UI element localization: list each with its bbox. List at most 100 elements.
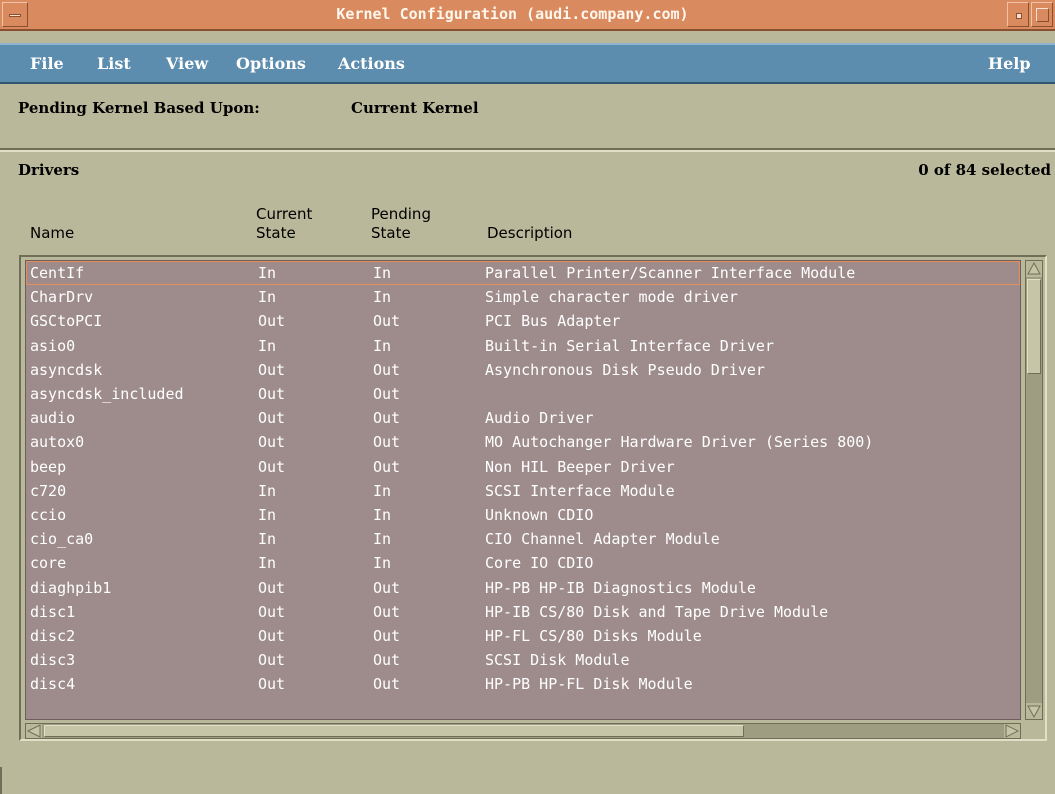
description-cell: Audio Driver: [485, 409, 594, 428]
driver-name-cell: autox0: [30, 433, 85, 452]
arrow-left-icon[interactable]: [26, 724, 42, 738]
pending-state-cell: In: [373, 264, 392, 282]
menu-actions[interactable]: Actions: [338, 53, 405, 75]
table-row[interactable]: asyncdsk_included Out Out: [26, 382, 1020, 406]
description-cell: Built-in Serial Interface Driver: [485, 336, 774, 355]
menu-file[interactable]: File: [30, 53, 64, 75]
drivers-list-panel: CentIf In In Parallel Printer/Scanner Inter…: [19, 255, 1047, 741]
current-state-cell: Out: [258, 312, 286, 331]
menu-help[interactable]: Help: [988, 53, 1031, 75]
table-row[interactable]: GSCtoPCI Out Out PCI Bus Adapter: [26, 309, 1020, 333]
minimize-button[interactable]: [1007, 2, 1029, 27]
arrow-down-icon[interactable]: [1026, 703, 1042, 719]
menu-bar: File List View Options Actions Help: [0, 43, 1055, 84]
table-row[interactable]: cio_ca0 In In CIO Channel Adapter Module: [26, 527, 1020, 551]
pending-kernel-value: Current Kernel: [351, 99, 479, 117]
current-state-cell: Out: [258, 457, 286, 476]
horizontal-scrollbar[interactable]: [25, 723, 1021, 739]
current-state-cell: Out: [258, 385, 286, 403]
driver-name-cell: CentIf: [30, 264, 85, 282]
description-cell: CIO Channel Adapter Module: [485, 530, 720, 549]
description-cell: SCSI Interface Module: [485, 481, 675, 500]
driver-name-cell: disc4: [30, 675, 76, 694]
arrow-up-icon[interactable]: [1026, 261, 1042, 277]
driver-name-cell: core: [30, 554, 67, 573]
table-row[interactable]: core In In Core IO CDIO: [26, 551, 1020, 575]
description-cell: Parallel Printer/Scanner Interface Modul…: [485, 264, 856, 282]
window-menu-icon: [9, 14, 21, 17]
pending-state-cell: In: [373, 554, 392, 573]
horizontal-scroll-thumb[interactable]: [44, 725, 744, 737]
kernel-config-window: Kernel Configuration (audi.company.com) …: [0, 0, 1055, 794]
table-row[interactable]: disc1 Out Out HP-IB CS/80 Disk and Tape Dri…: [26, 600, 1020, 624]
maximize-icon: [1036, 8, 1049, 22]
menu-view[interactable]: View: [166, 53, 208, 75]
pending-state-cell: In: [373, 288, 392, 307]
driver-name-cell: ccio: [30, 506, 67, 524]
description-cell: HP-FL CS/80 Disks Module: [485, 627, 702, 645]
drivers-list[interactable]: CentIf In In Parallel Printer/Scanner Inter…: [25, 260, 1021, 720]
driver-name-cell: c720: [30, 481, 67, 500]
table-row[interactable]: audio Out Out Audio Driver: [26, 406, 1020, 430]
pending-state-cell: In: [373, 336, 392, 355]
column-header-current-state[interactable]: Current State: [256, 205, 312, 243]
description-cell: Core IO CDIO: [485, 554, 594, 573]
description-cell: Simple character mode driver: [485, 288, 738, 307]
current-state-cell: In: [258, 506, 277, 524]
driver-name-cell: asyncdsk_included: [30, 385, 184, 403]
description-cell: SCSI Disk Module: [485, 651, 630, 670]
column-header-name[interactable]: Name: [30, 224, 74, 243]
menu-list[interactable]: List: [97, 53, 131, 75]
current-state-cell: In: [258, 288, 277, 307]
table-row[interactable]: disc2 Out Out HP-FL CS/80 Disks Module: [26, 624, 1020, 648]
selection-count: 0 of 84 selected: [918, 161, 1051, 179]
current-state-cell: In: [258, 481, 277, 500]
table-row[interactable]: autox0 Out Out MO Autochanger Hardware Driv…: [26, 430, 1020, 454]
current-state-cell: In: [258, 264, 277, 282]
pending-state-cell: Out: [373, 602, 401, 621]
pending-state-cell: Out: [373, 675, 401, 694]
menu-options[interactable]: Options: [236, 53, 306, 75]
table-row[interactable]: beep Out Out Non HIL Beeper Driver: [26, 455, 1020, 479]
arrow-right-icon[interactable]: [1004, 724, 1020, 738]
vertical-scroll-thumb[interactable]: [1027, 279, 1041, 374]
description-cell: HP-IB CS/80 Disk and Tape Drive Module: [485, 602, 829, 621]
window-menu-button[interactable]: [2, 2, 28, 27]
current-state-cell: In: [258, 554, 277, 573]
window-title: Kernel Configuration (audi.company.com): [336, 5, 689, 23]
driver-name-cell: asio0: [30, 336, 76, 355]
driver-name-cell: disc2: [30, 627, 76, 645]
column-header-description[interactable]: Description: [487, 224, 572, 243]
current-state-cell: Out: [258, 651, 286, 670]
driver-name-cell: diaghpib1: [30, 578, 112, 597]
title-bar[interactable]: Kernel Configuration (audi.company.com): [0, 0, 1055, 31]
current-state-cell: Out: [258, 602, 286, 621]
description-cell: Non HIL Beeper Driver: [485, 457, 675, 476]
column-header-pending-state[interactable]: Pending State: [371, 205, 431, 243]
driver-name-cell: cio_ca0: [30, 530, 94, 549]
pending-state-cell: Out: [373, 433, 401, 452]
table-row[interactable]: c720 In In SCSI Interface Module: [26, 479, 1020, 503]
table-row[interactable]: CentIf In In Parallel Printer/Scanner Inter…: [26, 261, 1020, 285]
section-title: Drivers: [18, 161, 80, 179]
table-row[interactable]: disc4 Out Out HP-PB HP-FL Disk Module: [26, 672, 1020, 696]
description-cell: PCI Bus Adapter: [485, 312, 621, 331]
driver-name-cell: beep: [30, 457, 67, 476]
description-cell: HP-PB HP-FL Disk Module: [485, 675, 693, 694]
table-row[interactable]: diaghpib1 Out Out HP-PB HP-IB Diagnostics M…: [26, 576, 1020, 600]
table-row[interactable]: disc3 Out Out SCSI Disk Module: [26, 648, 1020, 672]
table-row[interactable]: ccio In In Unknown CDIO: [26, 503, 1020, 527]
driver-name-cell: disc1: [30, 602, 76, 621]
vertical-scrollbar[interactable]: [1025, 260, 1043, 720]
current-state-cell: Out: [258, 578, 286, 597]
pending-state-cell: Out: [373, 651, 401, 670]
current-state-cell: Out: [258, 433, 286, 452]
description-cell: MO Autochanger Hardware Driver (Series 8…: [485, 433, 874, 452]
maximize-button[interactable]: [1031, 2, 1053, 27]
current-state-cell: In: [258, 336, 277, 355]
section-divider: [0, 148, 1055, 152]
table-row[interactable]: CharDrv In In Simple character mode driver: [26, 285, 1020, 309]
table-row[interactable]: asyncdsk Out Out Asynchronous Disk Pseudo D…: [26, 358, 1020, 382]
table-row[interactable]: asio0 In In Built-in Serial Interface Drive…: [26, 334, 1020, 358]
pending-state-cell: Out: [373, 385, 401, 403]
